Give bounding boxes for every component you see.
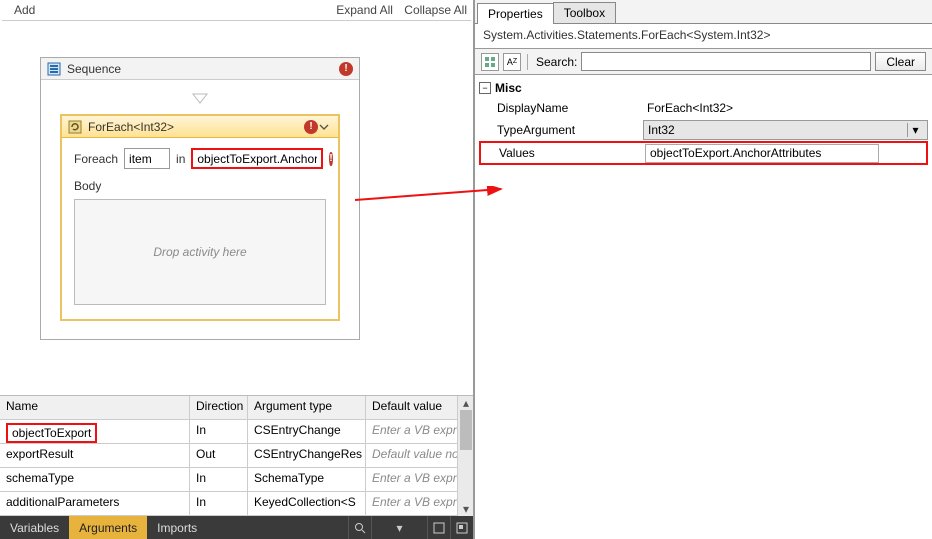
arg-name: schemaType <box>0 468 190 491</box>
foreach-label: Foreach <box>74 152 118 166</box>
arg-name: exportResult <box>0 444 190 467</box>
col-name[interactable]: Name <box>0 396 190 419</box>
arg-type: CSEntryChangeRes <box>248 444 366 467</box>
overview-icon[interactable] <box>450 516 473 539</box>
body-drop-zone[interactable]: Drop activity here <box>74 199 326 305</box>
values-input[interactable] <box>645 144 879 163</box>
arg-direction: In <box>190 468 248 491</box>
expand-all-link[interactable]: Expand All <box>336 3 393 17</box>
prop-name: Values <box>481 146 645 160</box>
arg-direction: Out <box>190 444 248 467</box>
prop-name: TypeArgument <box>479 123 643 137</box>
prop-value-dropdown[interactable]: Int32 ▾ <box>643 120 928 140</box>
arg-name: objectToExport <box>6 423 97 443</box>
tab-arguments[interactable]: Arguments <box>69 516 147 539</box>
dropdown-value: Int32 <box>648 123 675 137</box>
sequence-icon <box>47 62 61 76</box>
arg-type: CSEntryChange <box>248 420 366 443</box>
arg-name: additionalParameters <box>0 492 190 515</box>
category-row[interactable]: − Misc <box>479 79 928 97</box>
collapse-all-link[interactable]: Collapse All <box>404 3 467 17</box>
tab-imports[interactable]: Imports <box>147 516 207 539</box>
error-icon[interactable]: ! <box>329 152 332 166</box>
properties-pane: Properties Toolbox System.Activities.Sta… <box>474 0 932 539</box>
designer-surface[interactable]: Sequence ! ForEach<Int32> ! <box>0 27 473 395</box>
designer-toolbar: Add Expand All Collapse All <box>0 0 473 20</box>
search-input[interactable] <box>581 52 871 71</box>
arg-default: Default value not su <box>366 444 470 467</box>
prop-value[interactable]: ForEach<Int32> <box>643 101 928 115</box>
table-row[interactable]: schemaType In SchemaType Enter a VB expr… <box>0 468 473 492</box>
properties-toolbar: AZ Search: Clear <box>475 48 932 75</box>
foreach-header[interactable]: ForEach<Int32> ! <box>62 116 338 138</box>
property-row-values[interactable]: Values ! … <box>479 141 928 165</box>
arg-default: Enter a VB express <box>366 420 470 443</box>
scroll-up-icon[interactable]: ▴ <box>458 396 474 410</box>
sequence-title: Sequence <box>67 62 339 76</box>
drop-indicator-icon <box>190 90 210 106</box>
sequence-header[interactable]: Sequence ! <box>41 58 359 80</box>
in-label: in <box>176 152 185 166</box>
search-icon[interactable] <box>348 516 371 539</box>
table-row[interactable]: additionalParameters In KeyedCollection<… <box>0 492 473 516</box>
error-icon[interactable]: ! <box>339 62 353 76</box>
body-label: Body <box>74 179 326 193</box>
alphabetical-icon[interactable]: AZ <box>503 53 521 71</box>
foreach-body: Foreach in ! Body Drop activity here <box>62 138 338 319</box>
arg-default: Enter a VB express <box>366 468 470 491</box>
arg-direction: In <box>190 492 248 515</box>
table-row[interactable]: exportResult Out CSEntryChangeRes Defaul… <box>0 444 473 468</box>
sequence-activity[interactable]: Sequence ! ForEach<Int32> ! <box>40 57 360 340</box>
type-name: System.Activities.Statements.ForEach<Sys… <box>475 24 932 48</box>
col-type[interactable]: Argument type <box>248 396 366 419</box>
bottom-bar: Variables Arguments Imports ▾ <box>0 516 473 539</box>
zoom-dropdown[interactable]: ▾ <box>371 516 427 539</box>
scrollbar[interactable]: ▴ ▾ <box>457 396 473 516</box>
chevron-down-icon[interactable]: ▾ <box>907 123 923 137</box>
error-icon[interactable]: ! <box>304 120 318 134</box>
scroll-down-icon[interactable]: ▾ <box>458 502 474 516</box>
col-direction[interactable]: Direction <box>190 396 248 419</box>
designer-pane: Add Expand All Collapse All Sequence ! <box>0 0 474 539</box>
separator <box>527 54 528 70</box>
collapse-toggle-icon[interactable]: − <box>479 82 491 94</box>
foreach-title: ForEach<Int32> <box>88 120 304 134</box>
foreach-activity[interactable]: ForEach<Int32> ! Foreach in ! <box>60 114 340 321</box>
arg-type: SchemaType <box>248 468 366 491</box>
table-row[interactable]: objectToExport In CSEntryChange Enter a … <box>0 420 473 444</box>
properties-grid: − Misc DisplayName ForEach<Int32> TypeAr… <box>475 75 932 539</box>
prop-name: DisplayName <box>479 101 643 115</box>
tab-toolbox[interactable]: Toolbox <box>553 2 616 23</box>
property-row[interactable]: TypeArgument Int32 ▾ <box>479 119 928 141</box>
property-row[interactable]: DisplayName ForEach<Int32> <box>479 97 928 119</box>
foreach-icon <box>68 120 82 134</box>
arguments-table: Name Direction Argument type Default val… <box>0 395 473 516</box>
tab-variables[interactable]: Variables <box>0 516 69 539</box>
col-default[interactable]: Default value <box>366 396 470 419</box>
tab-strip: Properties Toolbox <box>475 0 932 24</box>
arg-direction: In <box>190 420 248 443</box>
fit-icon[interactable] <box>427 516 450 539</box>
arguments-header: Name Direction Argument type Default val… <box>0 396 473 420</box>
category-label: Misc <box>495 81 522 95</box>
clear-button[interactable]: Clear <box>875 52 926 71</box>
chevron-down-icon[interactable] <box>318 121 330 133</box>
collection-input[interactable] <box>191 148 323 169</box>
search-label: Search: <box>536 55 577 69</box>
item-input[interactable] <box>124 148 170 169</box>
categorized-icon[interactable] <box>481 53 499 71</box>
arg-type: KeyedCollection<S <box>248 492 366 515</box>
add-link[interactable]: Add <box>14 3 35 17</box>
tab-properties[interactable]: Properties <box>477 3 554 24</box>
sequence-body: ForEach<Int32> ! Foreach in ! <box>41 80 359 339</box>
scroll-thumb[interactable] <box>460 410 472 450</box>
divider <box>2 20 471 21</box>
arg-default: Enter a VB express <box>366 492 470 515</box>
